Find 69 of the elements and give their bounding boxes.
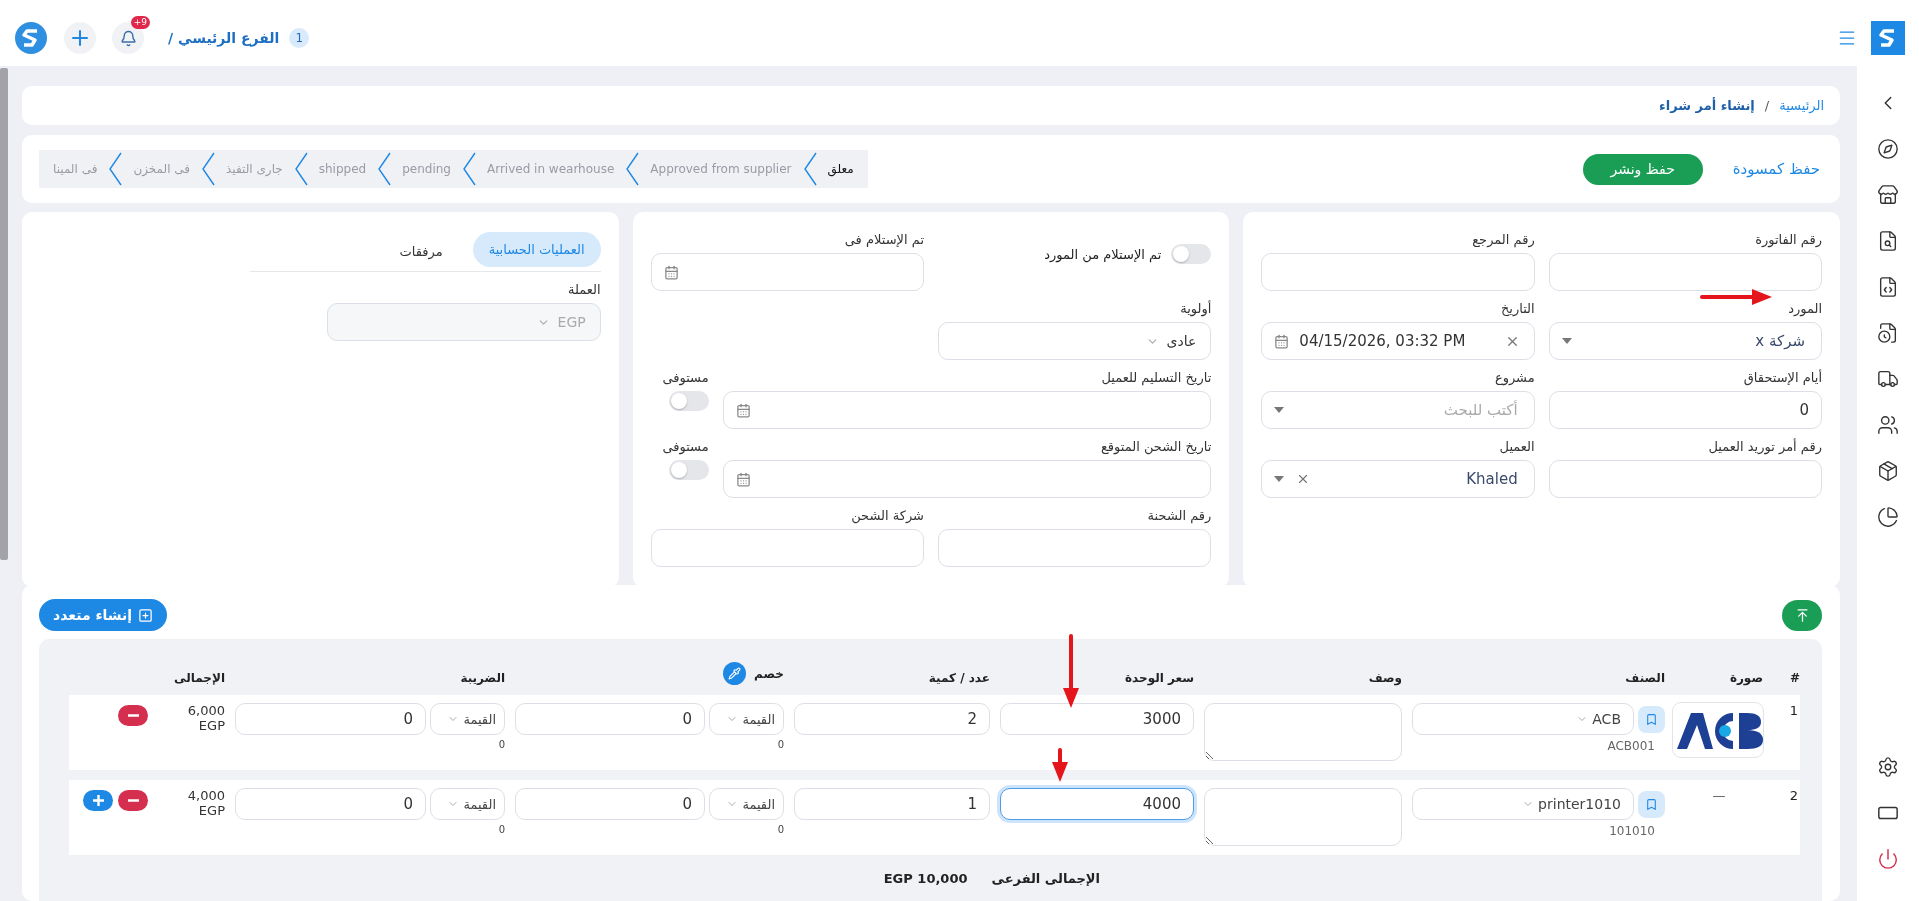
field-label: تم الإستلام فى [843,232,924,247]
tax-field[interactable]: 0 [235,703,426,735]
status-label: مستوفى [662,370,709,385]
input-field[interactable]: 0 [1548,391,1822,429]
column-header: الضريبة [460,671,505,685]
amount-text: 0 [776,739,784,750]
date-field[interactable]: 04/15/2026, 03:32 PM [1261,322,1535,360]
type-select[interactable]: القيمة [709,788,784,820]
current-page: إنشاء أمر شراء [1659,98,1755,113]
quantity-field[interactable]: 1 [794,788,990,820]
item-code: 101010 [1608,824,1656,838]
field-label: تاريخ التسليم للعميل [1100,370,1212,385]
column-header: خصم [754,666,784,681]
field-label: شركة الشحن [850,508,924,523]
breadcrumb-link[interactable]: الرئيسية [1779,98,1824,113]
field-label: رقم الشحنة [1146,508,1212,523]
discount-field[interactable]: 0 [515,703,705,735]
field-label: تاريخ الشحن المتوقع [1099,439,1212,454]
item-select[interactable]: printer1010 [1412,788,1634,820]
type-select[interactable]: القيمة [709,703,784,735]
switch-label: تم الإستلام من المورد [1044,246,1162,262]
dropdown-field[interactable]: عادى [938,322,1212,360]
amount-text: 0 [497,824,505,835]
type-select[interactable]: القيمة [430,788,505,820]
create-multiple-button[interactable]: إنشاء متعدد [39,599,168,631]
column-header: الإجمالى [174,671,225,685]
field-label: أولوية [1179,301,1212,316]
field-label: التاريخ [1499,301,1535,316]
line-total: 6,000 EGP [186,703,225,733]
row-number: 1 [1788,703,1799,718]
tab[interactable]: مرفقات [383,232,459,271]
field-label: رقم المرجع [1471,232,1535,247]
no-image-text: — [1712,788,1726,803]
field-label: المورد [1787,301,1822,316]
status-label: مستوفى [662,439,709,454]
quantity-field[interactable]: 2 [794,703,990,735]
subtotal-label: الإجمالى الفرعى [991,871,1100,886]
price-field[interactable]: 4000 [1000,788,1194,820]
item-select[interactable]: ACB [1412,703,1634,735]
amount-text: 0 [497,739,505,750]
column-header: صورة [1729,671,1763,685]
branch-count-badge: 1 [289,28,310,48]
amount-text: 0 [776,824,784,835]
type-select[interactable]: القيمة [430,703,505,735]
field-label: أيام الإستحقاق [1742,370,1822,385]
item-code: ACB001 [1606,739,1656,753]
branch-name[interactable]: الفرع الرئيسي / [168,30,280,46]
discount-field[interactable]: 0 [515,788,705,820]
field-label: رقم أمر توريد العميل [1707,439,1822,454]
row-number: 2 [1788,788,1799,803]
line-total: 4,000 EGP [186,788,225,818]
subtotal-value: EGP 10,000 [883,871,968,886]
column-header: سعر الوحدة [1124,671,1194,685]
save-draft-link[interactable]: حفظ كمسودة [1732,160,1820,178]
field-label: رقم الفاتورة [1754,232,1822,247]
field-label: العميل [1498,439,1535,454]
tax-field[interactable]: 0 [235,788,426,820]
column-header: الصنف [1625,671,1665,685]
column-header: # [1789,671,1800,685]
column-header: عدد / كمية [928,671,990,685]
breadcrumb-separator: / [1764,98,1770,113]
status-step[interactable]: معلق [827,162,854,176]
select-field[interactable]: Khaled [1261,460,1535,498]
field-label: مشروع [1493,370,1535,385]
price-field[interactable]: 3000 [1000,703,1194,735]
notification-badge: +9 [130,16,150,29]
select-field[interactable]: شركة x [1548,322,1822,360]
column-header: وصف [1368,671,1402,685]
field-label: العملة [567,282,601,297]
